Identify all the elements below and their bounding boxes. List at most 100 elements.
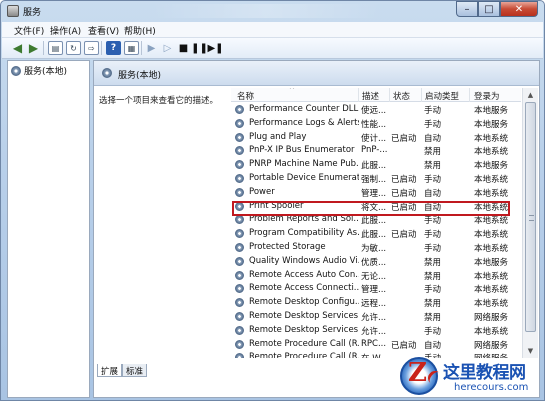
scroll-thumb[interactable]: [525, 102, 536, 332]
forward-arrow-icon[interactable]: ▶: [26, 41, 41, 55]
service-status: 已启动: [391, 230, 417, 241]
service-description: 使计...: [361, 133, 387, 144]
table-row[interactable]: Protected Storage 为敏... 手动 本地系统: [231, 241, 521, 255]
table-row[interactable]: Portable Device Enumerat... 强制... 已启动 手动 本地系…: [231, 172, 521, 186]
back-arrow-icon[interactable]: ◀: [10, 41, 25, 55]
service-gear-icon: [235, 353, 244, 358]
service-description: 在 W...: [361, 352, 389, 358]
service-log-on-as: 本地服务: [474, 257, 509, 268]
column-status[interactable]: 状态: [393, 90, 410, 102]
service-startup-type: 手动: [424, 244, 442, 254]
stop-icon[interactable]: ■: [176, 41, 191, 55]
table-row[interactable]: Remote Desktop Configu... 远程... 禁用 本地系统: [231, 296, 521, 310]
minimize-button[interactable]: –: [456, 1, 478, 17]
service-log-on-as: 本地服务: [474, 119, 509, 130]
service-log-on-as: 本地系统: [474, 188, 509, 199]
table-row[interactable]: Performance Counter DLL... 使远... 手动 本地服务: [231, 103, 521, 117]
service-gear-icon: [235, 187, 244, 197]
service-description: 此服...: [361, 161, 387, 172]
service-description: 此服...: [361, 230, 387, 241]
table-row[interactable]: Performance Logs & Alerts 性能... 手动 本地服务: [231, 117, 521, 131]
title-bar[interactable]: 服务 – □ ✕: [1, 1, 544, 21]
service-gear-icon: [235, 243, 244, 252]
service-startup-type: 自动: [424, 188, 442, 199]
properties-icon[interactable]: ▦: [124, 41, 139, 55]
tab-extended[interactable]: 扩展: [97, 364, 123, 377]
service-name: Program Compatibility As...: [249, 228, 359, 239]
window-controls: – □ ✕: [456, 1, 538, 19]
service-name: Protected Storage: [249, 242, 326, 252]
column-description[interactable]: 描述: [362, 90, 379, 102]
service-startup-type: 禁用: [424, 161, 442, 172]
service-gear-icon: [235, 270, 244, 280]
service-description: 使远...: [361, 106, 387, 116]
toolbar-separator: [141, 41, 142, 55]
service-description: 优质...: [361, 257, 387, 268]
table-row[interactable]: PNRP Machine Name Pub... 此服... 禁用 本地服务: [231, 158, 521, 172]
close-button[interactable]: ✕: [500, 1, 538, 17]
column-divider[interactable]: [469, 88, 470, 102]
service-startup-type: 自动: [424, 133, 442, 144]
service-gear-icon: [235, 339, 244, 349]
window-title: 服务: [23, 8, 42, 18]
table-row[interactable]: Quality Windows Audio Vi... 优质... 禁用 本地服务: [231, 255, 521, 269]
service-gear-icon: [235, 256, 244, 266]
column-divider[interactable]: [389, 88, 390, 102]
menu-file[interactable]: 文件(F): [14, 24, 44, 37]
service-name: Remote Desktop Services...: [249, 324, 359, 335]
service-gear-icon: [235, 146, 244, 156]
refresh-icon[interactable]: ↻: [66, 41, 81, 55]
play-icon[interactable]: ▶: [144, 41, 159, 55]
table-row[interactable]: Remote Desktop Services... 允许... 手动 本地系统: [231, 324, 521, 338]
table-row[interactable]: Remote Access Connecti... 管理... 手动 本地系统: [231, 282, 521, 296]
service-description: 管理...: [361, 188, 387, 199]
help-icon[interactable]: ?: [106, 41, 121, 55]
services-window: 服务 – □ ✕ 文件(F) 操作(A) 查看(V) 帮助(H) ◀ ▶ ▤ ↻…: [0, 0, 545, 401]
service-startup-type: 禁用: [424, 147, 442, 158]
show-console-tree-icon[interactable]: ▤: [48, 41, 63, 55]
column-startup-type[interactable]: 启动类型: [425, 90, 459, 102]
table-row[interactable]: Plug and Play 使计... 已启动 自动 本地系统: [231, 131, 521, 145]
service-status: 已启动: [391, 188, 417, 199]
table-row[interactable]: Program Compatibility As... 此服... 已启动 手动 本地系…: [231, 227, 521, 241]
service-gear-icon: [235, 118, 244, 128]
description-text: 选择一个项目来查看它的描述。: [99, 96, 219, 106]
service-log-on-as: 本地系统: [474, 216, 509, 227]
service-description: PnP-...: [361, 145, 388, 156]
service-log-on-as: 本地系统: [474, 133, 509, 144]
table-row[interactable]: PnP-X IP Bus Enumerator PnP-... 禁用 本地系统: [231, 144, 521, 158]
table-row[interactable]: Power 管理... 已启动 自动 本地系统: [231, 186, 521, 200]
service-description: 管理...: [361, 285, 387, 296]
restart-icon[interactable]: ▶❚: [207, 41, 223, 55]
tree-item-services-local[interactable]: 服务(本地): [11, 64, 67, 77]
services-app-icon: [7, 5, 19, 17]
play-alt-icon[interactable]: ▷: [160, 41, 175, 55]
toolbar: ◀ ▶ ▤ ↻ ⇨ ? ▦ ▶ ▷ ■ ❚❚ ▶❚: [2, 38, 543, 59]
tab-standard[interactable]: 标准: [122, 364, 148, 377]
column-log-on-as[interactable]: 登录为: [474, 90, 500, 102]
vertical-scrollbar[interactable]: ▲ ▼: [522, 88, 538, 358]
service-startup-type: 手动: [424, 326, 442, 337]
toolbar-separator: [43, 41, 44, 55]
column-divider[interactable]: [358, 88, 359, 102]
service-startup-type: 禁用: [424, 271, 442, 282]
service-name: Quality Windows Audio Vi...: [249, 255, 359, 266]
service-description: 允许...: [361, 326, 387, 337]
service-status: 已启动: [391, 175, 417, 185]
column-divider[interactable]: [421, 88, 422, 102]
menu-action[interactable]: 操作(A): [50, 24, 81, 37]
service-name: Performance Logs & Alerts: [249, 117, 359, 128]
table-row[interactable]: Remote Access Auto Con... 无论... 禁用 本地系统: [231, 269, 521, 283]
table-row[interactable]: Remote Procedure Call (R... RPC... 已启动 自动 网络…: [231, 338, 521, 352]
service-name: Power: [249, 186, 275, 197]
maximize-button[interactable]: □: [478, 1, 500, 17]
column-name[interactable]: 名称: [237, 90, 254, 102]
table-row[interactable]: Remote Desktop Services 允许... 禁用 网络服务: [231, 310, 521, 324]
menu-view[interactable]: 查看(V): [88, 24, 119, 37]
pause-icon[interactable]: ❚❚: [191, 41, 208, 55]
service-startup-type: 手动: [424, 230, 442, 241]
export-list-icon[interactable]: ⇨: [84, 41, 99, 55]
menu-help[interactable]: 帮助(H): [124, 24, 156, 37]
scroll-up-icon[interactable]: ▲: [523, 88, 538, 102]
service-gear-icon: [235, 298, 244, 308]
